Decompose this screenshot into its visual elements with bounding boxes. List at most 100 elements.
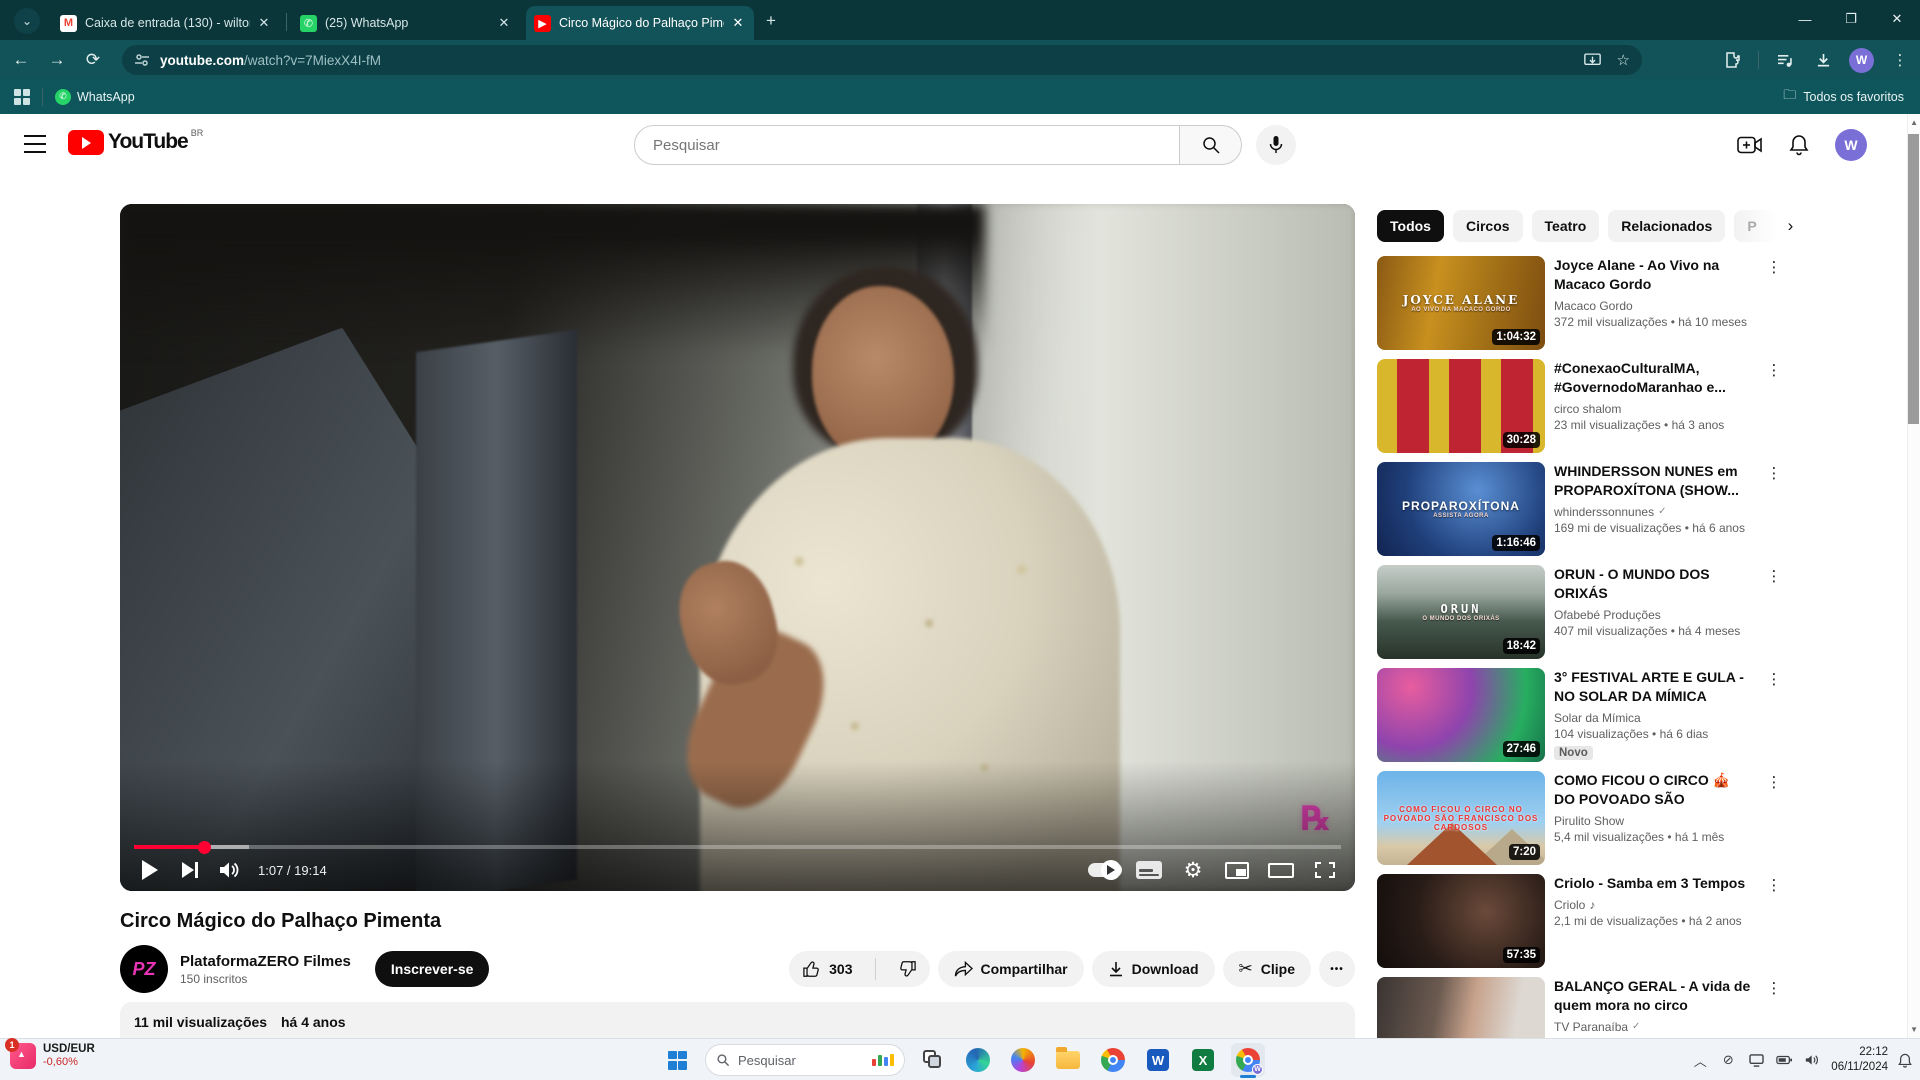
volume-icon[interactable] <box>210 851 250 889</box>
chip-relacionados[interactable]: Relacionados <box>1608 210 1725 242</box>
bookmark-star-icon[interactable]: ☆ <box>1617 51 1630 69</box>
apps-grid-icon[interactable] <box>14 89 30 105</box>
video-title[interactable]: Criolo - Samba em 3 Tempos <box>1554 874 1754 893</box>
kebab-menu-icon[interactable]: ⋮ <box>1765 773 1783 791</box>
tab-whatsapp[interactable]: ✆ (25) WhatsApp ✕ <box>292 6 520 40</box>
create-video-icon[interactable] <box>1737 135 1763 155</box>
video-channel[interactable]: Macaco Gordo <box>1554 299 1754 313</box>
video-thumbnail[interactable]: ORUN O MUNDO DOS ORIXÁS 18:42 <box>1377 565 1545 659</box>
window-minimize-button[interactable]: — <box>1782 0 1828 38</box>
search-button[interactable] <box>1180 125 1242 165</box>
video-channel[interactable]: whinderssonnunes✓ <box>1554 505 1754 519</box>
youtube-logo[interactable]: YouTube BR <box>68 130 203 155</box>
theater-mode-icon[interactable] <box>1261 851 1301 889</box>
video-title[interactable]: Joyce Alane - Ao Vivo na Macaco Gordo <box>1554 256 1754 294</box>
video-title[interactable]: 3° FESTIVAL ARTE E GULA - NO SOLAR DA MÍ… <box>1554 668 1754 706</box>
download-button[interactable]: Download <box>1092 951 1215 987</box>
kebab-menu-icon[interactable]: ⋮ <box>1765 464 1783 482</box>
kebab-menu-icon[interactable]: ⋮ <box>1765 567 1783 585</box>
copilot-icon[interactable] <box>1006 1043 1040 1077</box>
video-thumbnail[interactable] <box>1377 977 1545 1038</box>
chip-teatro[interactable]: Teatro <box>1532 210 1600 242</box>
tab-search-icon[interactable]: ⌄ <box>14 8 40 34</box>
autoplay-toggle[interactable] <box>1085 851 1125 889</box>
scroll-up-arrow-icon[interactable]: ▲ <box>1910 118 1918 127</box>
kebab-menu-icon[interactable]: ⋮ <box>1765 670 1783 688</box>
video-thumbnail[interactable]: JOYCE ALANE AO VIVO NA MACACO GORDO 1:04… <box>1377 256 1545 350</box>
youtube-profile-avatar[interactable]: W <box>1835 129 1867 161</box>
window-restore-button[interactable]: ❐ <box>1828 0 1874 38</box>
kebab-menu-icon[interactable]: ⋮ <box>1765 258 1783 276</box>
settings-gear-icon[interactable]: ⚙ <box>1173 851 1213 889</box>
video-thumbnail[interactable]: 57:35 <box>1377 874 1545 968</box>
word-icon[interactable]: W <box>1141 1043 1175 1077</box>
edge-icon[interactable] <box>961 1043 995 1077</box>
video-channel[interactable]: Criolo♪ <box>1554 898 1754 912</box>
chip-circos[interactable]: Circos <box>1453 210 1523 242</box>
video-channel[interactable]: circo shalom <box>1554 402 1754 416</box>
sidebar-video[interactable]: COMO FICOU O CIRCO NO POVOADO SÃO FRANCI… <box>1377 771 1783 865</box>
video-title[interactable]: BALANÇO GERAL - A vida de quem mora no c… <box>1554 977 1754 1015</box>
subscribe-button[interactable]: Inscrever-se <box>375 951 490 987</box>
video-title[interactable]: WHINDERSSON NUNES em PROPAROXÍTONA (SHOW… <box>1554 462 1754 500</box>
video-title[interactable]: #ConexaoCulturalMA, #GovernodoMaranhao e… <box>1554 359 1754 397</box>
window-close-button[interactable]: ✕ <box>1874 0 1920 38</box>
subtitles-icon[interactable] <box>1129 851 1169 889</box>
file-explorer-icon[interactable] <box>1051 1043 1085 1077</box>
tab-close-icon[interactable]: ✕ <box>730 15 746 31</box>
tray-chevron-up-icon[interactable]: ︿ <box>1691 1051 1709 1070</box>
url-bar[interactable]: youtube.com/watch?v=7MiexX4I-fM ☆ <box>122 45 1642 75</box>
display-icon[interactable] <box>1747 1054 1765 1067</box>
fullscreen-icon[interactable] <box>1305 851 1345 889</box>
taskbar-search[interactable]: Pesquisar <box>705 1044 905 1076</box>
sidebar-video[interactable]: 57:35 Criolo - Samba em 3 Tempos Criolo♪… <box>1377 874 1783 968</box>
video-channel[interactable]: Pirulito Show <box>1554 814 1754 828</box>
tab-youtube-active[interactable]: ▶ Circo Mágico do Palhaço Pimen ✕ <box>526 6 754 40</box>
scroll-down-arrow-icon[interactable]: ▼ <box>1910 1025 1918 1034</box>
page-scrollbar[interactable]: ▲ ▼ <box>1907 114 1920 1038</box>
play-button[interactable] <box>130 851 170 889</box>
browser-profile-avatar[interactable]: W <box>1849 48 1874 73</box>
new-tab-button[interactable]: + <box>760 10 782 32</box>
media-controls-icon[interactable] <box>1773 48 1797 72</box>
notification-bell-icon[interactable] <box>1898 1053 1912 1068</box>
back-button[interactable]: ← <box>6 45 36 75</box>
task-view-icon[interactable] <box>916 1043 950 1077</box>
share-button[interactable]: Compartilhar <box>938 951 1084 987</box>
next-button[interactable] <box>170 851 210 889</box>
all-bookmarks-button[interactable]: 🗀 Todos os favoritos <box>1783 86 1904 108</box>
like-button[interactable]: 303 <box>789 951 866 987</box>
search-box[interactable] <box>634 125 1180 165</box>
description-box[interactable]: 11 mil visualizações há 4 anos <box>120 1002 1355 1038</box>
channel-avatar[interactable]: PZ <box>120 945 168 993</box>
widgets-button[interactable]: 1 USD/EUR -0,60% <box>10 1043 95 1069</box>
video-channel[interactable]: Ofabebé Produções <box>1554 608 1754 622</box>
site-settings-icon[interactable] <box>134 52 150 68</box>
channel-name[interactable]: PlataformaZERO Filmes <box>180 953 351 970</box>
more-actions-button[interactable]: ••• <box>1319 951 1355 987</box>
voice-search-button[interactable] <box>1256 125 1296 165</box>
battery-icon[interactable] <box>1775 1055 1793 1065</box>
clip-button[interactable]: ✂ Clipe <box>1223 951 1311 987</box>
downloads-icon[interactable] <box>1811 48 1835 72</box>
dislike-button[interactable] <box>884 951 930 987</box>
scrollbar-thumb[interactable] <box>1908 134 1919 424</box>
sidebar-video[interactable]: JOYCE ALANE AO VIVO NA MACACO GORDO 1:04… <box>1377 256 1783 350</box>
video-title[interactable]: ORUN - O MUNDO DOS ORIXÁS <box>1554 565 1754 603</box>
search-input[interactable] <box>653 137 1133 154</box>
chrome-active-icon[interactable]: W <box>1231 1043 1265 1077</box>
tab-gmail[interactable]: M Caixa de entrada (130) - wiltons ✕ <box>52 6 280 40</box>
forward-button[interactable]: → <box>42 45 72 75</box>
volume-icon[interactable] <box>1803 1054 1821 1066</box>
video-player[interactable]: ℞ 1:07 / 19:14 ⚙ <box>120 204 1355 891</box>
tab-close-icon[interactable]: ✕ <box>256 15 272 31</box>
sidebar-video[interactable]: 27:46 3° FESTIVAL ARTE E GULA - NO SOLAR… <box>1377 668 1783 762</box>
sidebar-video[interactable]: 30:28 #ConexaoCulturalMA, #GovernodoMara… <box>1377 359 1783 453</box>
bookmark-whatsapp[interactable]: ✆ WhatsApp <box>55 89 135 105</box>
video-thumbnail[interactable]: 30:28 <box>1377 359 1545 453</box>
progress-bar[interactable] <box>134 845 1341 849</box>
reload-button[interactable]: ⟳ <box>78 45 108 75</box>
kebab-menu-icon[interactable]: ⋮ <box>1765 361 1783 379</box>
start-button[interactable] <box>660 1043 694 1077</box>
video-thumbnail[interactable]: COMO FICOU O CIRCO NO POVOADO SÃO FRANCI… <box>1377 771 1545 865</box>
